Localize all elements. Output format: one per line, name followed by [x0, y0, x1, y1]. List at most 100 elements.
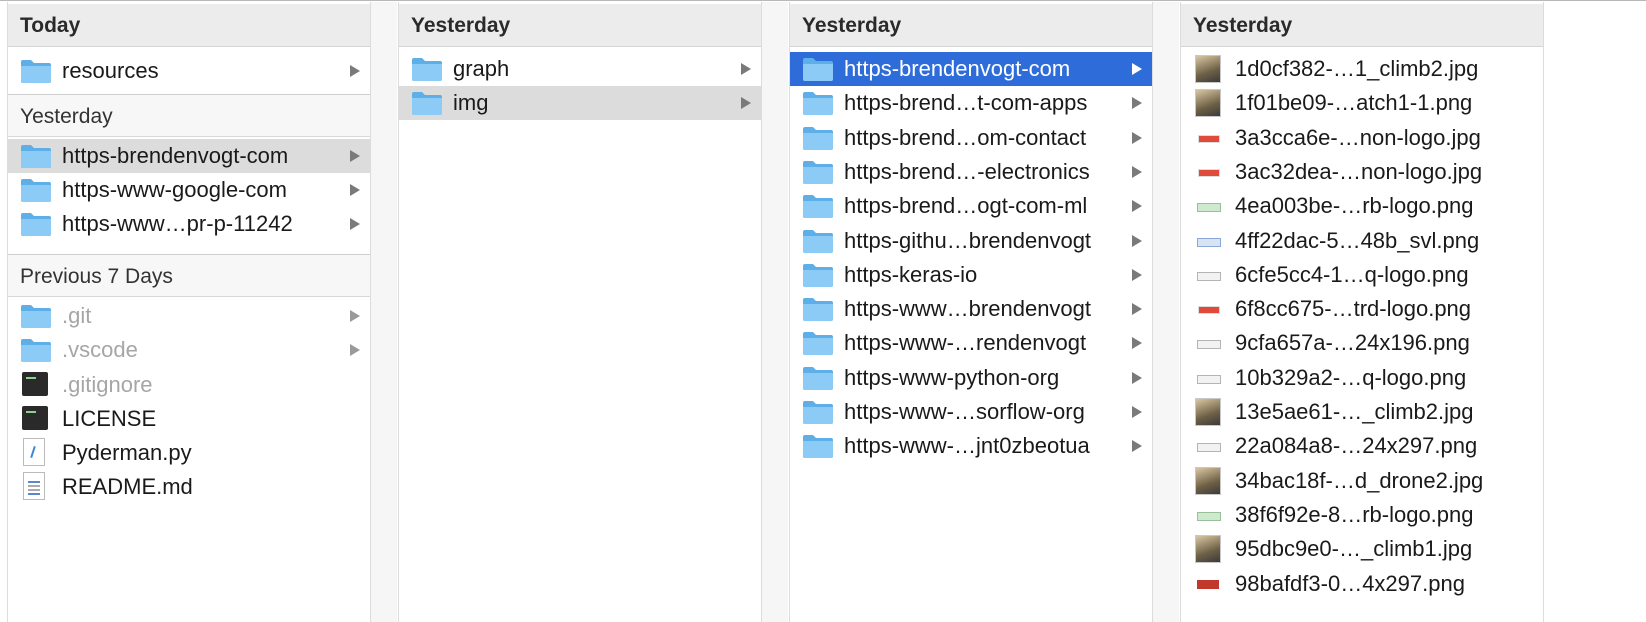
- column-header: Yesterday: [1181, 4, 1543, 47]
- empty-browser-area[interactable]: [1544, 2, 1646, 622]
- list-item[interactable]: https-keras-io: [790, 258, 1152, 292]
- image-thumbnail-icon: [1195, 466, 1221, 495]
- list-item[interactable]: https-www-…sorflow-org: [790, 395, 1152, 429]
- disclosure-arrow-icon[interactable]: [350, 218, 360, 230]
- image-thumbnail-icon: [1195, 157, 1221, 186]
- list-item[interactable]: https-www-…jnt0zbeotua: [790, 429, 1152, 463]
- list-item[interactable]: .vscode: [8, 333, 370, 367]
- item-label: 34bac18f-…d_drone2.jpg: [1235, 467, 1484, 493]
- item-label: https-www…pr-p-11242: [62, 211, 293, 236]
- browser-column-3[interactable]: Yesterday https-brendenvogt-com https-bren…: [789, 2, 1153, 622]
- list-item[interactable]: https-githu…brendenvogt: [790, 224, 1152, 258]
- list-item[interactable]: https-www-python-org: [790, 361, 1152, 395]
- section-header: Today: [8, 4, 370, 47]
- list-item[interactable]: https-brendenvogt-com: [790, 52, 1152, 86]
- item-label: https-www…brendenvogt: [844, 296, 1092, 322]
- list-item[interactable]: .gitignore: [8, 368, 370, 402]
- item-label: 3ac32dea-…non-logo.jpg: [1235, 158, 1483, 184]
- item-label: graph: [453, 56, 510, 81]
- list-item[interactable]: 1f01be09-…atch1-1.png: [1181, 86, 1543, 120]
- list-item[interactable]: resources: [8, 54, 370, 88]
- list-item[interactable]: 98bafdf3-0…4x297.png: [1181, 567, 1543, 601]
- list-item[interactable]: 38f6f92e-8…rb-logo.png: [1181, 498, 1543, 532]
- list-item[interactable]: Pyderman.py: [8, 436, 370, 470]
- window-top-border: [0, 0, 1646, 1]
- image-thumbnail-icon: [1195, 432, 1221, 461]
- list-item[interactable]: 1d0cf382-…1_climb2.jpg: [1181, 52, 1543, 86]
- image-thumbnail-icon: [1195, 192, 1221, 221]
- disclosure-arrow-icon[interactable]: [350, 65, 360, 77]
- list-item[interactable]: 13e5ae61-…_climb2.jpg: [1181, 395, 1543, 429]
- item-label: Pyderman.py: [62, 440, 192, 465]
- disclosure-arrow-icon[interactable]: [1132, 371, 1142, 384]
- browser-column-4[interactable]: Yesterday 1d0cf382-…1_climb2.jpg 1f01be09-…: [1180, 2, 1544, 622]
- list-item[interactable]: 6cfe5cc4-1…q-logo.png: [1181, 258, 1543, 292]
- item-label: 22a084a8-…24x297.png: [1235, 433, 1478, 459]
- item-label: https-githu…brendenvogt: [844, 227, 1092, 253]
- list-item[interactable]: 4ea003be-…rb-logo.png: [1181, 189, 1543, 223]
- list-item[interactable]: https-brend…t-com-apps: [790, 86, 1152, 120]
- column-divider[interactable]: [1153, 2, 1179, 622]
- item-label: resources: [62, 58, 159, 83]
- item-label: 98bafdf3-0…4x297.png: [1235, 570, 1465, 596]
- list-item[interactable]: .git: [8, 299, 370, 333]
- column-divider[interactable]: [371, 2, 397, 622]
- disclosure-arrow-icon[interactable]: [1132, 303, 1142, 316]
- disclosure-arrow-icon[interactable]: [1132, 131, 1142, 144]
- item-label: 6f8cc675-…trd-logo.png: [1235, 296, 1472, 322]
- list-item[interactable]: LICENSE: [8, 402, 370, 436]
- list-item[interactable]: https-brend…-electronics: [790, 155, 1152, 189]
- browser-column-2[interactable]: Yesterday graph img: [398, 2, 762, 622]
- list-item[interactable]: https-brendenvogt-com: [8, 139, 370, 173]
- disclosure-arrow-icon[interactable]: [350, 310, 360, 322]
- disclosure-arrow-icon[interactable]: [1132, 406, 1142, 418]
- disclosure-arrow-icon[interactable]: [741, 63, 751, 75]
- list-item[interactable]: https-www-…rendenvogt: [790, 326, 1152, 360]
- column-header: Yesterday: [399, 4, 761, 47]
- item-label: README.md: [62, 474, 193, 499]
- disclosure-arrow-icon[interactable]: [741, 97, 751, 110]
- item-label: 95dbc9e0-…_climb1.jpg: [1235, 536, 1473, 562]
- disclosure-arrow-icon[interactable]: [350, 344, 360, 356]
- item-label: 13e5ae61-…_climb2.jpg: [1235, 399, 1474, 424]
- list-item[interactable]: 34bac18f-…d_drone2.jpg: [1181, 464, 1543, 498]
- column-divider[interactable]: [762, 2, 788, 622]
- disclosure-arrow-icon[interactable]: [1132, 63, 1142, 75]
- disclosure-arrow-icon[interactable]: [1132, 165, 1142, 178]
- disclosure-arrow-icon[interactable]: [1132, 234, 1142, 247]
- image-thumbnail-icon: [1195, 398, 1221, 426]
- disclosure-arrow-icon[interactable]: [1132, 97, 1142, 110]
- list-item[interactable]: 22a084a8-…24x297.png: [1181, 429, 1543, 463]
- disclosure-arrow-icon[interactable]: [350, 150, 360, 162]
- list-item[interactable]: README.md: [8, 470, 370, 504]
- list-item[interactable]: 10b329a2-…q-logo.png: [1181, 361, 1543, 395]
- item-label: https-keras-io: [844, 261, 978, 287]
- list-item[interactable]: https-www-google-com: [8, 173, 370, 207]
- disclosure-arrow-icon[interactable]: [1132, 337, 1142, 350]
- item-label: https-brend…t-com-apps: [844, 90, 1088, 116]
- list-item[interactable]: img: [399, 86, 761, 121]
- list-item[interactable]: https-www…brendenvogt: [790, 292, 1152, 326]
- disclosure-arrow-icon[interactable]: [350, 184, 360, 196]
- list-item[interactable]: https-brend…ogt-com-ml: [790, 189, 1152, 223]
- list-item[interactable]: 6f8cc675-…trd-logo.png: [1181, 292, 1543, 326]
- section-header: Yesterday: [8, 94, 370, 137]
- disclosure-arrow-icon[interactable]: [1132, 440, 1142, 453]
- item-label: https-www-python-org: [844, 364, 1060, 390]
- browser-column-1[interactable]: Today resources Yesterday https-brendenvogt…: [7, 2, 371, 622]
- item-label: .git: [62, 303, 92, 328]
- disclosure-arrow-icon[interactable]: [1132, 268, 1142, 281]
- list-item[interactable]: graph: [399, 52, 761, 86]
- disclosure-arrow-icon[interactable]: [1132, 200, 1142, 213]
- list-item[interactable]: 4ff22dac-5…48b_svl.png: [1181, 224, 1543, 258]
- list-item[interactable]: 9cfa657a-…24x196.png: [1181, 326, 1543, 360]
- list-item[interactable]: 3a3cca6e-…non-logo.jpg: [1181, 121, 1543, 155]
- list-item[interactable]: https-www…pr-p-11242: [8, 207, 370, 241]
- markdown-file-icon: [23, 472, 45, 500]
- list-item[interactable]: https-brend…om-contact: [790, 121, 1152, 155]
- terminal-file-icon: [22, 372, 48, 396]
- list-item[interactable]: 3ac32dea-…non-logo.jpg: [1181, 155, 1543, 189]
- item-label: 3a3cca6e-…non-logo.jpg: [1235, 124, 1481, 150]
- list-item[interactable]: 95dbc9e0-…_climb1.jpg: [1181, 532, 1543, 566]
- item-label: LICENSE: [62, 406, 157, 431]
